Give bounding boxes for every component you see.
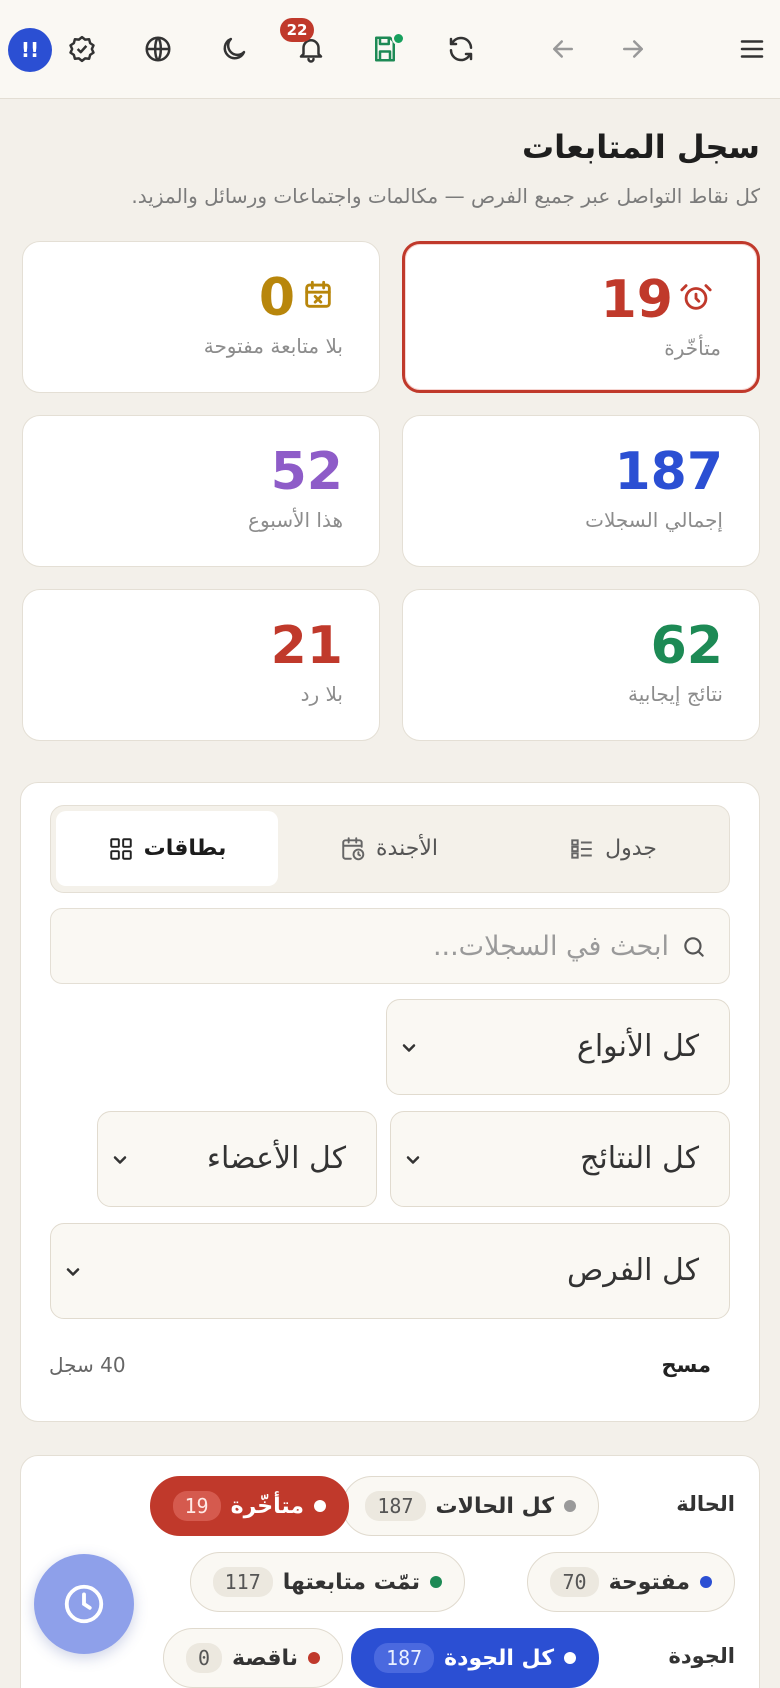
chip-count: 187 (374, 1643, 435, 1673)
stat-value: 19 (600, 270, 673, 330)
tab-label: الأجندة (376, 836, 438, 861)
stat-value: 0 (258, 268, 295, 328)
clear-filters-button[interactable]: مسح (661, 1353, 711, 1377)
tab-label: بطاقات (143, 836, 227, 861)
stat-value: 187 (614, 442, 723, 502)
status-dot (564, 1652, 576, 1664)
page-title: سجل المتابعات (522, 128, 760, 166)
status-dot (430, 1576, 442, 1588)
status-dot (700, 1576, 712, 1588)
chip-all-quality[interactable]: كل الجودة 187 (351, 1628, 599, 1688)
calendar-clock-icon (342, 836, 365, 860)
badge-check-icon (69, 35, 95, 63)
stat-card-total[interactable]: 187 إجمالي السجلات (402, 415, 760, 567)
arrow-left-icon (553, 40, 573, 58)
stat-card-no-open-followup[interactable]: 0 بلا متابعة مفتوحة (22, 241, 380, 393)
chevron-down-icon (66, 1268, 80, 1276)
search-input[interactable] (69, 909, 669, 983)
stat-card-no-reply[interactable]: 21 بلا رد (22, 589, 380, 741)
chevron-down-icon (113, 1156, 127, 1164)
tab-cards[interactable]: بطاقات (56, 811, 278, 886)
filter-types-select[interactable]: كل الأنواع (386, 999, 730, 1095)
globe-icon (145, 36, 171, 62)
records-count: 40 سجل (49, 1353, 126, 1377)
chevron-down-icon (402, 1044, 416, 1052)
alarm-clock-icon (680, 284, 712, 310)
stat-value: 62 (650, 616, 723, 676)
tab-table[interactable]: جدول (502, 811, 724, 886)
tab-label: جدول (605, 836, 657, 861)
stat-label: متأخّرة (664, 336, 721, 360)
chip-label: كل الحالات (435, 1493, 555, 1519)
status-quality-panel: الحالة كل الحالات 187 متأخّرة 19 مفتوحة … (20, 1455, 760, 1688)
list-icon (571, 838, 592, 859)
chip-label: مفتوحة (608, 1569, 690, 1595)
stat-label: نتائج إيجابية (628, 682, 723, 706)
online-dot (392, 32, 405, 45)
chip-open[interactable]: مفتوحة 70 (527, 1552, 735, 1612)
stat-card-positive[interactable]: 62 نتائج إيجابية (402, 589, 760, 741)
stat-label: بلا متابعة مفتوحة (203, 334, 343, 358)
status-dot (564, 1500, 576, 1512)
theme-toggle-button[interactable] (209, 24, 259, 74)
page-subtitle: كل نقاط التواصل عبر جميع الفرص — مكالمات… (131, 184, 760, 208)
select-value: كل الأعضاء (206, 1141, 346, 1176)
user-avatar[interactable]: !! (8, 28, 52, 72)
chip-count: 19 (172, 1491, 221, 1521)
chip-count: 0 (186, 1643, 223, 1673)
hamburger-icon (740, 40, 764, 58)
notifications-badge: 22 (280, 18, 314, 42)
stat-value: 21 (270, 616, 343, 676)
verified-button[interactable] (57, 24, 107, 74)
stat-card-this-week[interactable]: 52 هذا الأسبوع (22, 415, 380, 567)
stat-card-overdue[interactable]: 19 متأخّرة (402, 241, 760, 393)
status-dot (314, 1500, 326, 1512)
chevron-down-icon (406, 1156, 420, 1164)
chip-label: متأخّرة (230, 1493, 304, 1519)
select-value: كل الفرص (566, 1253, 699, 1288)
tab-agenda[interactable]: الأجندة (278, 811, 500, 886)
refresh-icon (449, 36, 473, 62)
chip-label: ناقصة (232, 1645, 298, 1671)
calendar-x-icon (305, 280, 331, 308)
top-bar: 22 !! (0, 0, 780, 99)
clock-icon (64, 1584, 104, 1624)
stat-label: هذا الأسبوع (248, 508, 343, 532)
filter-panel: جدول الأجندة بطاقات كل الأنواع كل النتائ… (20, 782, 760, 1422)
select-value: كل النتائج (580, 1141, 699, 1176)
status-dot (308, 1652, 320, 1664)
filter-opportunities-select[interactable]: كل الفرص (50, 1223, 730, 1319)
forward-button[interactable] (608, 24, 658, 74)
chip-followed-up[interactable]: تمّت متابعتها 117 (189, 1552, 465, 1612)
language-button[interactable] (133, 24, 183, 74)
search-icon (684, 937, 704, 957)
stat-label: بلا رد (300, 682, 343, 706)
chip-all-statuses[interactable]: كل الحالات 187 (342, 1476, 599, 1536)
chip-label: كل الجودة (444, 1645, 554, 1671)
quality-row-label: الجودة (668, 1644, 735, 1668)
chip-label: تمّت متابعتها (282, 1569, 420, 1595)
chip-count: 70 (550, 1567, 599, 1597)
save-status-button[interactable] (360, 24, 410, 74)
stat-value: 52 (270, 442, 343, 502)
status-row-label: الحالة (676, 1492, 735, 1516)
menu-button[interactable] (727, 24, 777, 74)
search-box (50, 908, 730, 984)
chip-count: 187 (365, 1491, 426, 1521)
chip-count: 117 (212, 1567, 273, 1597)
view-switcher: جدول الأجندة بطاقات (50, 805, 730, 893)
grid-icon (109, 837, 132, 860)
arrow-right-icon (623, 40, 643, 58)
back-button[interactable] (538, 24, 588, 74)
filter-members-select[interactable]: كل الأعضاء (97, 1111, 377, 1207)
notifications-button[interactable]: 22 (280, 18, 336, 74)
filter-results-select[interactable]: كل النتائج (390, 1111, 730, 1207)
moon-icon (223, 37, 246, 60)
select-value: كل الأنواع (576, 1029, 699, 1064)
refresh-button[interactable] (436, 24, 486, 74)
chip-overdue[interactable]: متأخّرة 19 (149, 1476, 349, 1536)
history-fab-button[interactable] (34, 1554, 134, 1654)
chip-incomplete[interactable]: ناقصة 0 (163, 1628, 343, 1688)
stat-label: إجمالي السجلات (585, 508, 723, 532)
